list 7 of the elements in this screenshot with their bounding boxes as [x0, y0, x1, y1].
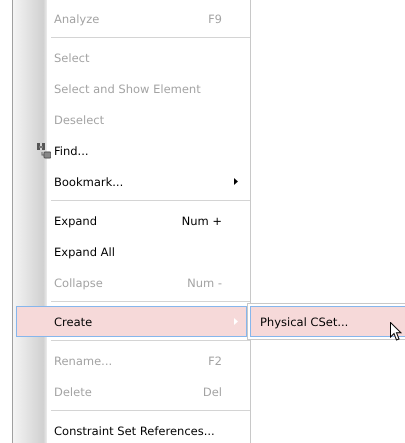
- menu-item[interactable]: Create: [16, 306, 247, 337]
- menu-item[interactable]: Constraint Set References...: [16, 415, 247, 443]
- menu-item[interactable]: Find...: [16, 135, 247, 166]
- menu-item[interactable]: Expand Num +: [16, 205, 247, 236]
- menu-item[interactable]: Physical CSet...: [250, 306, 405, 337]
- menu-item[interactable]: Expand All: [16, 236, 247, 267]
- menu-item[interactable]: Bookmark...: [16, 166, 247, 197]
